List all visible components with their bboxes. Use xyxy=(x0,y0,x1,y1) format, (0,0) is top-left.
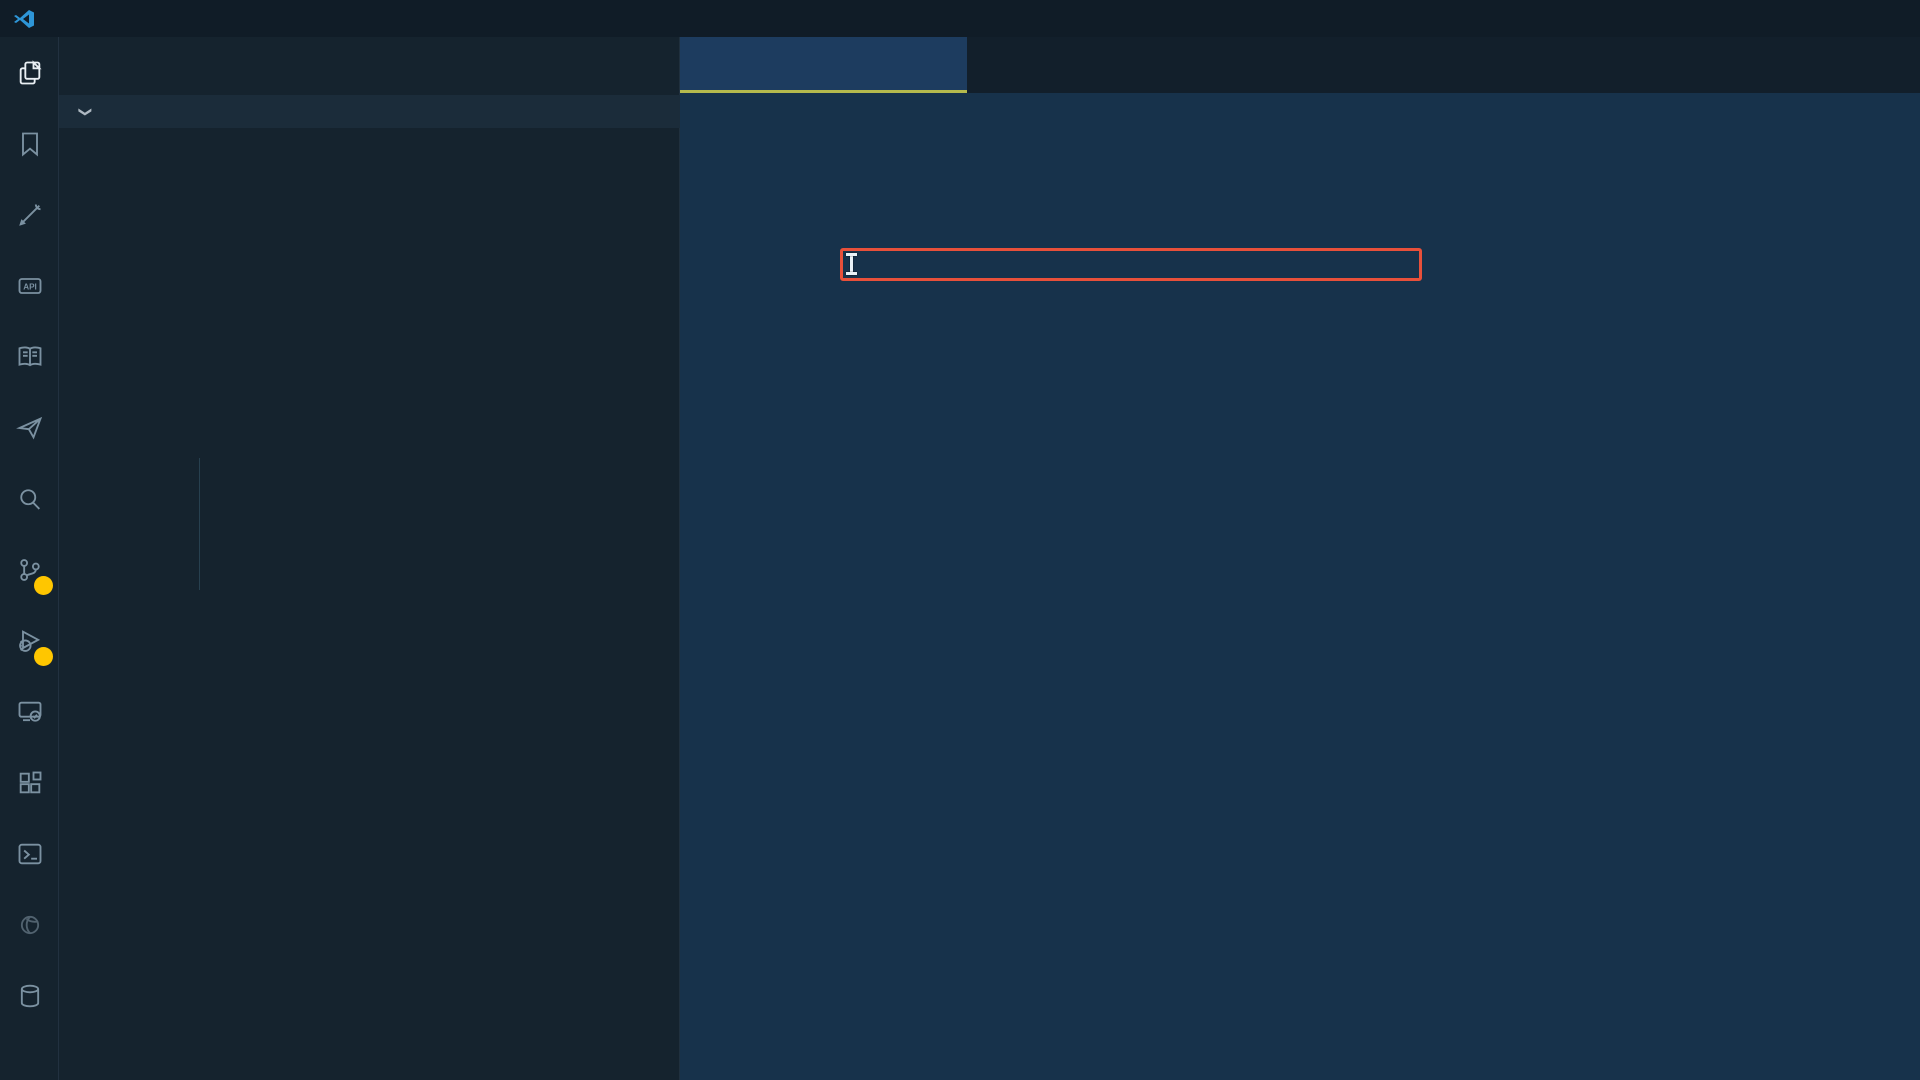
indent-guide xyxy=(199,458,200,590)
globe-icon[interactable] xyxy=(0,889,59,960)
explorer-icon[interactable] xyxy=(0,37,59,108)
search-icon[interactable] xyxy=(0,463,59,534)
database-icon[interactable] xyxy=(0,960,59,1031)
workspace-section-www[interactable]: ❯ xyxy=(59,95,680,128)
api-icon[interactable]: API xyxy=(0,250,59,321)
chevron-down-icon: ❯ xyxy=(78,106,94,117)
vscode-window: API ❯ xyxy=(0,0,1920,1080)
bookmark-icon[interactable] xyxy=(0,108,59,179)
run-debug-badge xyxy=(34,647,53,666)
vscode-logo-icon xyxy=(12,7,36,31)
remote-explorer-icon[interactable] xyxy=(0,676,59,747)
terminal-icon[interactable] xyxy=(0,818,59,889)
svg-text:API: API xyxy=(23,282,37,291)
source-control-icon[interactable] xyxy=(0,534,59,605)
activity-bar: API xyxy=(0,37,59,1080)
title-bar xyxy=(0,0,1920,37)
tools-icon[interactable] xyxy=(0,179,59,250)
docs-book-icon[interactable] xyxy=(0,321,59,392)
code-area xyxy=(680,37,1920,1080)
run-debug-icon[interactable] xyxy=(0,605,59,676)
source-control-badge xyxy=(34,576,53,595)
explorer-sidebar: ❯ xyxy=(59,37,680,1080)
editor-group xyxy=(680,37,1920,1080)
extensions-icon[interactable] xyxy=(0,747,59,818)
send-icon[interactable] xyxy=(0,392,59,463)
mouse-ibeam-cursor xyxy=(846,253,857,275)
red-annotation-box xyxy=(840,248,1422,281)
